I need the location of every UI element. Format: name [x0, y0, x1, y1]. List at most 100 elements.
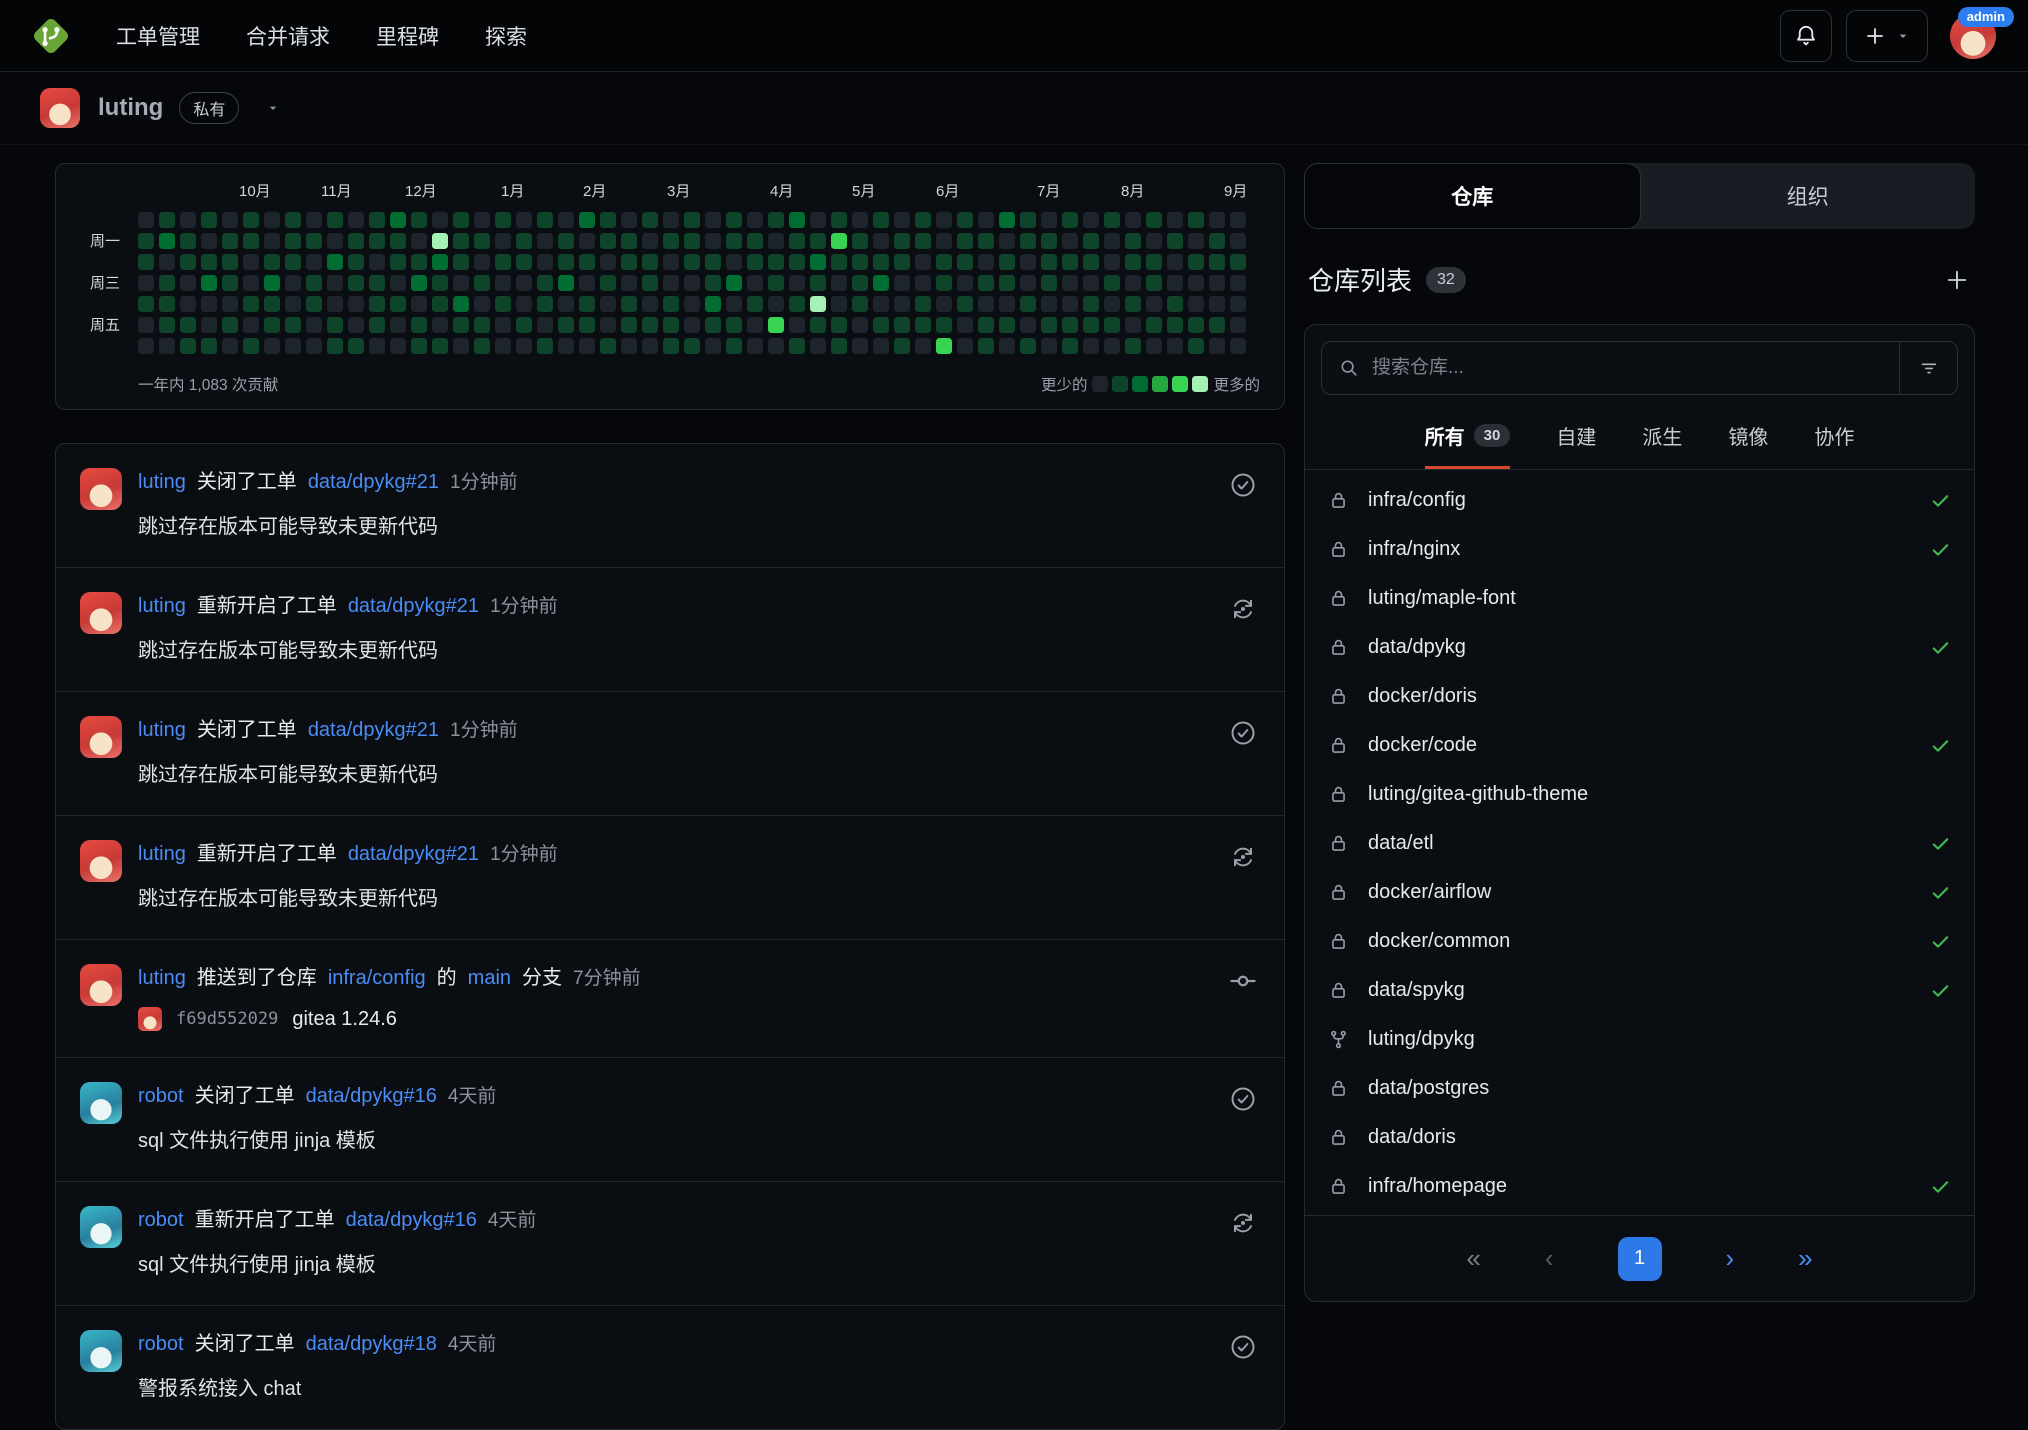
heatmap-cell[interactable]: [852, 338, 868, 354]
heatmap-cell[interactable]: [957, 212, 973, 228]
heatmap-cell[interactable]: [999, 254, 1015, 270]
heatmap-cell[interactable]: [1167, 254, 1183, 270]
heatmap-cell[interactable]: [1230, 317, 1246, 333]
heatmap-cell[interactable]: [1062, 338, 1078, 354]
feed-issue-link[interactable]: data/dpykg#16: [346, 1206, 477, 1234]
heatmap-cell[interactable]: [831, 233, 847, 249]
heatmap-cell[interactable]: [768, 275, 784, 291]
heatmap-cell[interactable]: [1209, 212, 1225, 228]
heatmap-cell[interactable]: [873, 317, 889, 333]
heatmap-cell[interactable]: [432, 254, 448, 270]
feed-user-link[interactable]: luting: [138, 840, 186, 868]
heatmap-cell[interactable]: [621, 296, 637, 312]
repo-name[interactable]: infra/config: [1368, 489, 1466, 512]
heatmap-cell[interactable]: [138, 317, 154, 333]
heatmap-cell[interactable]: [663, 212, 679, 228]
heatmap-cell[interactable]: [453, 254, 469, 270]
heatmap-cell[interactable]: [306, 233, 322, 249]
heatmap-cell[interactable]: [243, 296, 259, 312]
heatmap-cell[interactable]: [1041, 338, 1057, 354]
heatmap-cell[interactable]: [201, 296, 217, 312]
heatmap-cell[interactable]: [1230, 212, 1246, 228]
heatmap-cell[interactable]: [663, 338, 679, 354]
heatmap-cell[interactable]: [579, 317, 595, 333]
heatmap-cell[interactable]: [1188, 254, 1204, 270]
heatmap-cell[interactable]: [558, 275, 574, 291]
heatmap-cell[interactable]: [474, 296, 490, 312]
heatmap-cell[interactable]: [369, 317, 385, 333]
heatmap-cell[interactable]: [1062, 254, 1078, 270]
heatmap-cell[interactable]: [999, 275, 1015, 291]
heatmap-cell[interactable]: [1062, 275, 1078, 291]
repo-row[interactable]: infra/config: [1305, 476, 1974, 525]
context-username[interactable]: luting: [98, 94, 163, 122]
heatmap-cell[interactable]: [474, 338, 490, 354]
heatmap-cell[interactable]: [705, 338, 721, 354]
heatmap-cell[interactable]: [180, 317, 196, 333]
feed-issue-link[interactable]: data/dpykg#21: [308, 468, 439, 496]
heatmap-cell[interactable]: [558, 317, 574, 333]
repo-name[interactable]: data/postgres: [1368, 1077, 1489, 1100]
heatmap-cell[interactable]: [390, 275, 406, 291]
heatmap-cell[interactable]: [369, 233, 385, 249]
heatmap-cell[interactable]: [516, 338, 532, 354]
filter-tab-sources[interactable]: 自建: [1556, 421, 1596, 469]
heatmap-cell[interactable]: [579, 254, 595, 270]
heatmap-cell[interactable]: [1020, 275, 1036, 291]
heatmap-cell[interactable]: [1020, 296, 1036, 312]
heatmap-cell[interactable]: [453, 296, 469, 312]
heatmap-cell[interactable]: [726, 296, 742, 312]
heatmap-cell[interactable]: [978, 233, 994, 249]
repo-row[interactable]: infra/homepage: [1305, 1162, 1974, 1211]
heatmap-cell[interactable]: [978, 317, 994, 333]
nav-item-milestones[interactable]: 里程碑: [376, 21, 439, 51]
heatmap-cell[interactable]: [1041, 233, 1057, 249]
heatmap-cell[interactable]: [495, 275, 511, 291]
heatmap-cell[interactable]: [852, 317, 868, 333]
feed-repo-link[interactable]: infra/config: [328, 964, 426, 992]
heatmap-cell[interactable]: [894, 254, 910, 270]
heatmap-cell[interactable]: [411, 296, 427, 312]
heatmap-cell[interactable]: [915, 212, 931, 228]
heatmap-cell[interactable]: [1188, 296, 1204, 312]
heatmap-cell[interactable]: [663, 275, 679, 291]
heatmap-cell[interactable]: [957, 296, 973, 312]
repo-row[interactable]: data/doris: [1305, 1113, 1974, 1162]
gitea-logo-icon[interactable]: [30, 15, 72, 57]
avatar[interactable]: [80, 592, 122, 634]
heatmap-cell[interactable]: [978, 212, 994, 228]
heatmap-cell[interactable]: [999, 338, 1015, 354]
heatmap-cell[interactable]: [222, 233, 238, 249]
heatmap-cell[interactable]: [978, 296, 994, 312]
heatmap-cell[interactable]: [390, 212, 406, 228]
heatmap-cell[interactable]: [1167, 212, 1183, 228]
repo-name[interactable]: docker/common: [1368, 930, 1510, 953]
avatar[interactable]: [40, 88, 80, 128]
heatmap-cell[interactable]: [684, 317, 700, 333]
heatmap-cell[interactable]: [180, 296, 196, 312]
heatmap-cell[interactable]: [579, 338, 595, 354]
heatmap-cell[interactable]: [159, 296, 175, 312]
avatar[interactable]: [80, 964, 122, 1006]
heatmap-cell[interactable]: [831, 254, 847, 270]
repo-name[interactable]: luting/maple-font: [1368, 587, 1516, 610]
pagination-prev-button[interactable]: ‹: [1545, 1243, 1554, 1274]
heatmap-cell[interactable]: [1146, 296, 1162, 312]
heatmap-cell[interactable]: [390, 296, 406, 312]
heatmap-cell[interactable]: [1083, 275, 1099, 291]
heatmap-cell[interactable]: [1104, 254, 1120, 270]
heatmap-cell[interactable]: [285, 275, 301, 291]
heatmap-cell[interactable]: [810, 296, 826, 312]
heatmap-cell[interactable]: [243, 233, 259, 249]
heatmap-cell[interactable]: [537, 212, 553, 228]
heatmap-cell[interactable]: [558, 233, 574, 249]
heatmap-cell[interactable]: [684, 338, 700, 354]
create-new-button[interactable]: [1846, 10, 1928, 62]
heatmap-cell[interactable]: [222, 275, 238, 291]
heatmap-cell[interactable]: [516, 275, 532, 291]
repo-name[interactable]: data/dpykg: [1368, 636, 1466, 659]
heatmap-cell[interactable]: [1209, 338, 1225, 354]
repo-search-input[interactable]: [1372, 357, 1899, 379]
heatmap-cell[interactable]: [432, 296, 448, 312]
heatmap-cell[interactable]: [621, 317, 637, 333]
